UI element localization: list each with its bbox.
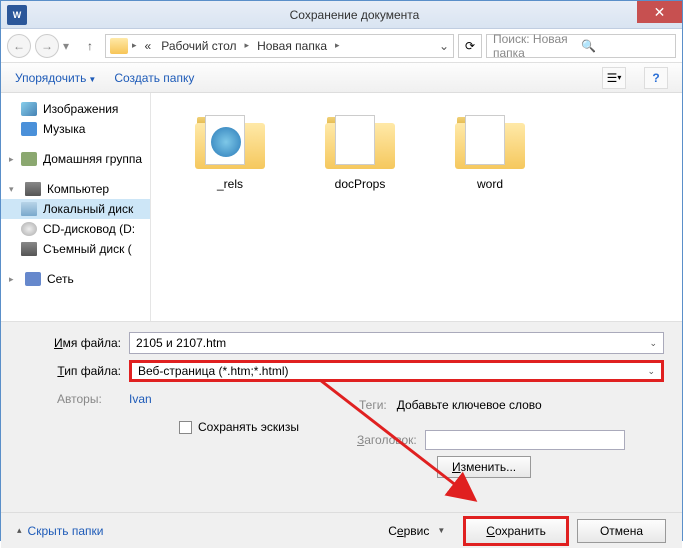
- folder-item[interactable]: word: [435, 113, 545, 191]
- refresh-button[interactable]: ⟳: [458, 34, 482, 58]
- word-icon: W: [7, 5, 27, 25]
- organize-button[interactable]: Упорядочить▼: [15, 71, 96, 85]
- sidebar-item-pictures[interactable]: Изображения: [1, 99, 150, 119]
- window-title: Сохранение документа: [27, 8, 682, 22]
- new-folder-button[interactable]: Создать папку: [114, 71, 194, 85]
- breadcrumb-ellipsis[interactable]: «: [141, 39, 156, 53]
- save-thumbnail-checkbox[interactable]: [179, 421, 192, 434]
- sidebar-item-music[interactable]: Музыка: [1, 119, 150, 139]
- body: Изображения Музыка ▸ Домашняя группа ▾ К…: [1, 93, 682, 321]
- file-view[interactable]: _rels docProps word: [151, 93, 682, 321]
- search-placeholder: Поиск: Новая папка: [493, 32, 581, 60]
- footer: ▴ Скрыть папки Сервис ▼ Сохранить Отмена: [1, 512, 682, 548]
- cancel-button[interactable]: Отмена: [577, 519, 666, 543]
- filename-input[interactable]: 2105 и 2107.htm⌄: [129, 332, 664, 354]
- help-button[interactable]: ?: [644, 67, 668, 89]
- nav-history-dropdown[interactable]: ▾: [63, 39, 75, 53]
- sidebar-item-cd[interactable]: CD-дисковод (D:: [1, 219, 150, 239]
- title-label: Заголовок:: [357, 433, 417, 447]
- tags-value[interactable]: Добавьте ключевое слово: [397, 398, 542, 412]
- chevron-icon: ▸: [333, 40, 342, 51]
- filename-label: Имя файла:: [19, 336, 129, 350]
- search-icon: 🔍: [581, 39, 669, 53]
- search-input[interactable]: Поиск: Новая папка 🔍: [486, 34, 676, 58]
- titlebar: W Сохранение документа ✕: [1, 1, 682, 29]
- usb-icon: [21, 242, 37, 256]
- network-icon: [25, 272, 41, 286]
- folder-item[interactable]: _rels: [175, 113, 285, 191]
- expand-icon[interactable]: ▸: [9, 274, 19, 285]
- expand-icon[interactable]: ▸: [9, 154, 15, 165]
- chevron-icon: ▸: [243, 40, 252, 51]
- folder-icon: [195, 113, 265, 169]
- folder-icon: [325, 113, 395, 169]
- music-icon: [21, 122, 37, 136]
- breadcrumb[interactable]: ▸ « Рабочий стол ▸ Новая папка ▸ ⌄: [105, 34, 454, 58]
- toolbar: Упорядочить▼ Создать папку ☰▾ ?: [1, 63, 682, 93]
- tags-label: Теги:: [359, 398, 387, 412]
- computer-icon: [25, 182, 41, 196]
- change-button[interactable]: Изменить...: [437, 456, 531, 478]
- service-label[interactable]: Сервис: [388, 524, 429, 538]
- up-button[interactable]: ↑: [79, 35, 101, 57]
- title-input[interactable]: [425, 430, 625, 450]
- sidebar-item-network[interactable]: ▸ Сеть: [1, 269, 150, 289]
- sidebar-item-removable[interactable]: Съемный диск (: [1, 239, 150, 259]
- forward-button[interactable]: →: [35, 34, 59, 58]
- service-dropdown-icon[interactable]: ▼: [437, 526, 445, 535]
- expand-icon[interactable]: ▴: [17, 525, 22, 536]
- breadcrumb-item[interactable]: Рабочий стол: [157, 39, 240, 53]
- view-button[interactable]: ☰▾: [602, 67, 626, 89]
- homegroup-icon: [21, 152, 37, 166]
- save-button[interactable]: Сохранить: [463, 516, 569, 546]
- save-form: Имя файла: 2105 и 2107.htm⌄ Тип файла: В…: [1, 321, 682, 512]
- disk-icon: [21, 202, 37, 216]
- breadcrumb-dropdown-icon[interactable]: ⌄: [439, 39, 449, 53]
- sidebar-item-local-disk[interactable]: Локальный диск: [1, 199, 150, 219]
- close-button[interactable]: ✕: [637, 1, 682, 23]
- filetype-input[interactable]: Веб-страница (*.htm;*.html)⌄: [129, 360, 664, 382]
- folder-icon: [110, 38, 128, 54]
- chevron-icon: ▸: [130, 40, 139, 51]
- back-button[interactable]: ←: [7, 34, 31, 58]
- sidebar-item-homegroup[interactable]: ▸ Домашняя группа: [1, 149, 150, 169]
- folder-icon: [455, 113, 525, 169]
- collapse-icon[interactable]: ▾: [9, 184, 19, 195]
- sidebar-item-computer[interactable]: ▾ Компьютер: [1, 179, 150, 199]
- filetype-label: Тип файла:: [19, 364, 129, 378]
- breadcrumb-item[interactable]: Новая папка: [253, 39, 331, 53]
- pictures-icon: [21, 102, 37, 116]
- navbar: ← → ▾ ↑ ▸ « Рабочий стол ▸ Новая папка ▸…: [1, 29, 682, 63]
- sidebar: Изображения Музыка ▸ Домашняя группа ▾ К…: [1, 93, 151, 321]
- folder-item[interactable]: docProps: [305, 113, 415, 191]
- hide-folders-link[interactable]: Скрыть папки: [28, 524, 104, 538]
- save-thumbnail-label: Сохранять эскизы: [198, 420, 299, 434]
- cd-icon: [21, 222, 37, 236]
